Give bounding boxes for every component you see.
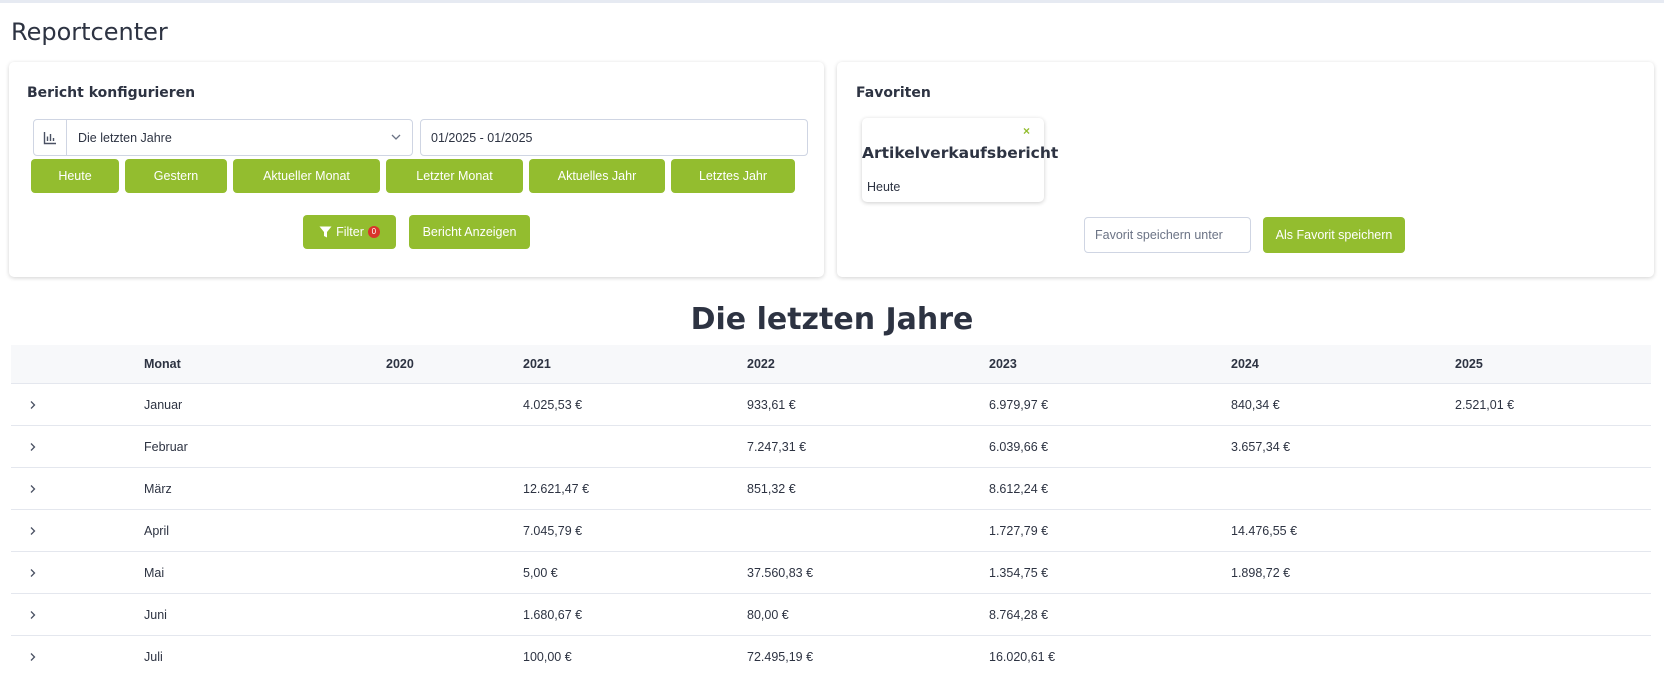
col-header-monat: Monat xyxy=(144,357,181,371)
table-row[interactable]: Januar 4.025,53 € 933,61 € 6.979,97 € 840,34… xyxy=(11,384,1651,426)
chevron-right-icon[interactable] xyxy=(28,384,38,425)
value-cell-2022: 851,32 € xyxy=(747,481,796,496)
month-cell: März xyxy=(144,481,172,496)
value-cell-2021: 4.025,53 € xyxy=(523,397,583,412)
value-cell-2023: 6.039,66 € xyxy=(989,439,1049,454)
month-cell: Juni xyxy=(144,607,167,622)
btn-aktueller-monat[interactable]: Aktueller Monat xyxy=(233,159,380,193)
value-cell-2023: 1.727,79 € xyxy=(989,523,1049,538)
chevron-right-icon[interactable] xyxy=(28,468,38,509)
col-header-2023: 2023 xyxy=(989,357,1017,371)
filter-icon xyxy=(319,226,332,238)
value-cell-2022: 37.560,83 € xyxy=(747,565,814,580)
config-card-title: Bericht konfigurieren xyxy=(27,85,196,101)
value-cell-2024: 840,34 € xyxy=(1231,397,1280,412)
page: Reportcenter Bericht konfigurieren Die l… xyxy=(0,3,1664,676)
value-cell-2024: 1.898,72 € xyxy=(1231,565,1291,580)
report-title: Die letzten Jahre xyxy=(690,302,974,337)
col-header-2020: 2020 xyxy=(386,357,414,371)
value-cell-2021: 12.621,47 € xyxy=(523,481,590,496)
value-cell-2023: 8.612,24 € xyxy=(989,481,1049,496)
table-body: Januar 4.025,53 € 933,61 € 6.979,97 € 840,34… xyxy=(11,384,1651,676)
btn-heute[interactable]: Heute xyxy=(31,159,119,193)
table-row[interactable]: Februar 7.247,31 € 6.039,66 € 3.657,34 € xyxy=(11,426,1651,468)
table-row[interactable]: Juli 100,00 € 72.495,19 € 16.020,61 € xyxy=(11,636,1651,676)
table-row[interactable]: März 12.621,47 € 851,32 € 8.612,24 € xyxy=(11,468,1651,510)
btn-gestern[interactable]: Gestern xyxy=(125,159,227,193)
date-range-input[interactable] xyxy=(420,119,808,156)
table-row[interactable]: Mai 5,00 € 37.560,83 € 1.354,75 € 1.898,72 € xyxy=(11,552,1651,594)
favorites-card-title: Favoriten xyxy=(856,85,931,101)
favorite-name: Artikelverkaufsbericht xyxy=(862,144,1059,162)
chevron-right-icon[interactable] xyxy=(28,636,38,676)
month-cell: Januar xyxy=(144,397,183,412)
col-header-2021: 2021 xyxy=(523,357,551,371)
value-cell-2022: 933,61 € xyxy=(747,397,796,412)
chevron-right-icon[interactable] xyxy=(28,594,38,635)
save-favorite-button[interactable]: Als Favorit speichern xyxy=(1263,217,1405,253)
bar-chart-icon xyxy=(34,120,67,155)
month-cell: Mai xyxy=(144,565,165,580)
col-header-2022: 2022 xyxy=(747,357,775,371)
config-card: Bericht konfigurieren Die letzten Jahre … xyxy=(9,62,824,277)
value-cell-2024: 3.657,34 € xyxy=(1231,439,1291,454)
chevron-right-icon[interactable] xyxy=(28,510,38,551)
month-cell: April xyxy=(144,523,170,538)
value-cell-2021: 7.045,79 € xyxy=(523,523,583,538)
filter-count-badge: 0 xyxy=(367,226,380,238)
table-header: Monat 2020 2021 2022 2023 2024 2025 xyxy=(11,345,1651,384)
month-cell: Juli xyxy=(144,649,163,664)
favorite-period: Heute xyxy=(867,180,901,194)
value-cell-2023: 6.979,97 € xyxy=(989,397,1049,412)
value-cell-2023: 8.764,28 € xyxy=(989,607,1049,622)
favorite-name-input[interactable] xyxy=(1084,217,1251,253)
col-header-2025: 2025 xyxy=(1455,357,1483,371)
btn-letzter-monat[interactable]: Letzter Monat xyxy=(386,159,523,193)
value-cell-2021: 1.680,67 € xyxy=(523,607,583,622)
value-cell-2023: 16.020,61 € xyxy=(989,649,1056,664)
month-cell: Februar xyxy=(144,439,188,454)
value-cell-2025: 2.521,01 € xyxy=(1455,397,1515,412)
table-row[interactable]: Juni 1.680,67 € 80,00 € 8.764,28 € xyxy=(11,594,1651,636)
report-table: Monat 2020 2021 2022 2023 2024 2025 Janu… xyxy=(11,345,1651,676)
chevron-right-icon[interactable] xyxy=(28,426,38,467)
filter-label: Filter xyxy=(336,225,364,239)
remove-favorite-icon[interactable]: × xyxy=(1023,124,1030,138)
value-cell-2021: 100,00 € xyxy=(523,649,572,664)
value-cell-2022: 80,00 € xyxy=(747,607,789,622)
page-title: Reportcenter xyxy=(11,18,168,46)
favorites-card: Favoriten × Artikelverkaufsbericht Heute… xyxy=(837,62,1654,277)
col-header-2024: 2024 xyxy=(1231,357,1259,371)
value-cell-2022: 7.247,31 € xyxy=(747,439,807,454)
value-cell-2023: 1.354,75 € xyxy=(989,565,1049,580)
table-row[interactable]: April 7.045,79 € 1.727,79 € 14.476,55 € xyxy=(11,510,1651,552)
btn-letztes-jahr[interactable]: Letztes Jahr xyxy=(671,159,795,193)
report-type-value: Die letzten Jahre xyxy=(78,131,172,145)
filter-button[interactable]: Filter 0 xyxy=(303,215,396,249)
value-cell-2024: 14.476,55 € xyxy=(1231,523,1298,538)
report-type-select[interactable]: Die letzten Jahre xyxy=(33,119,413,156)
show-report-button[interactable]: Bericht Anzeigen xyxy=(409,215,530,249)
value-cell-2022: 72.495,19 € xyxy=(747,649,814,664)
chevron-right-icon[interactable] xyxy=(28,552,38,593)
chevron-down-icon xyxy=(391,134,401,140)
btn-aktuelles-jahr[interactable]: Aktuelles Jahr xyxy=(529,159,665,193)
favorite-tile[interactable]: × Artikelverkaufsbericht Heute xyxy=(862,118,1059,202)
value-cell-2021: 5,00 € xyxy=(523,565,558,580)
